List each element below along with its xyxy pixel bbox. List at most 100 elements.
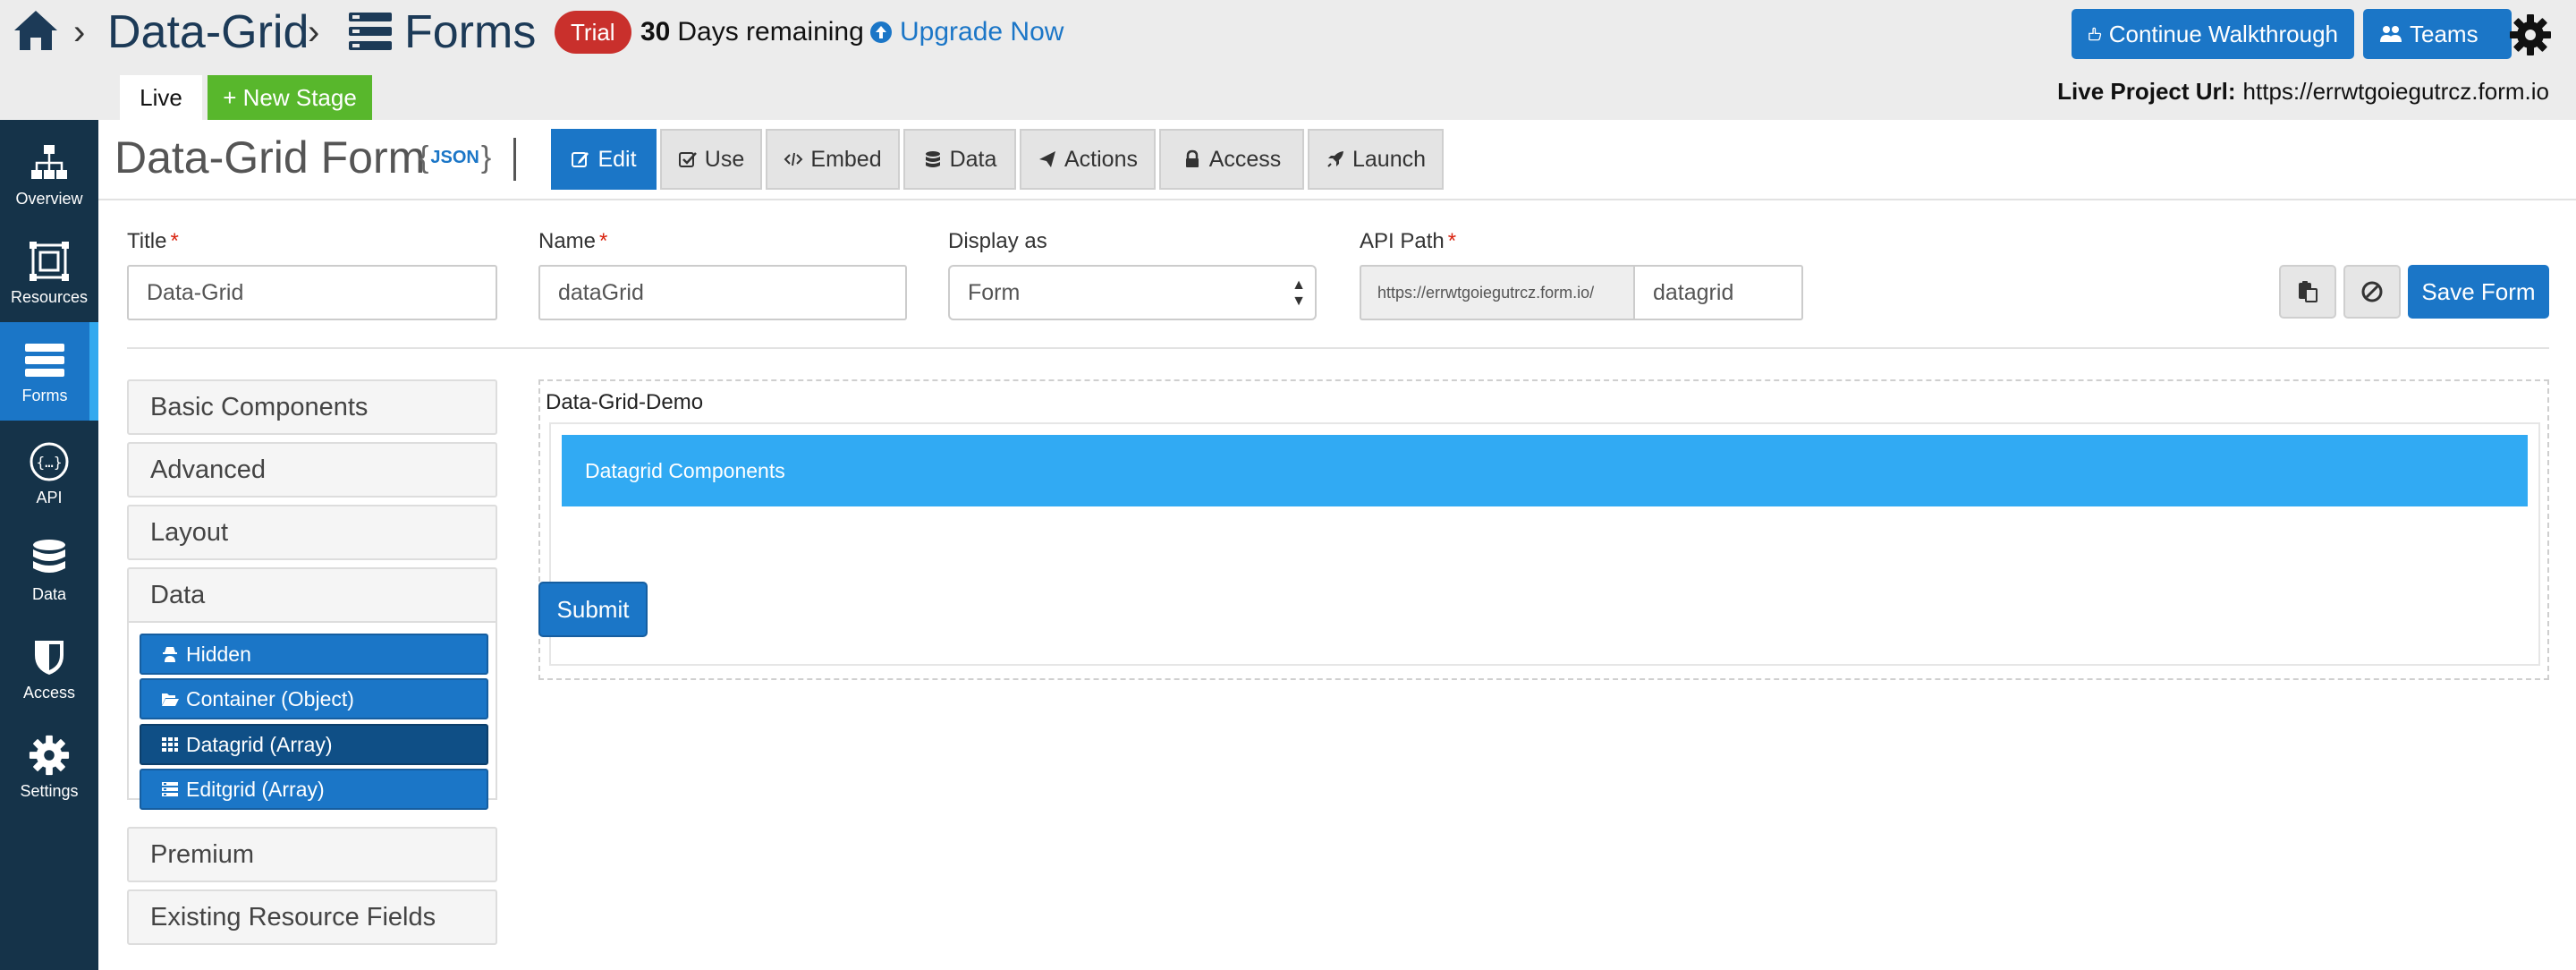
users-icon <box>2380 26 2402 42</box>
sidebar-item-api[interactable]: {…} API <box>0 424 98 523</box>
database-icon <box>33 539 65 573</box>
json-link[interactable]: { JSON } <box>419 140 491 175</box>
continue-walkthrough-label: Continue Walkthrough <box>2108 20 2338 47</box>
th-icon <box>162 737 178 752</box>
component-group-data[interactable]: Data <box>127 567 497 623</box>
breadcrumb-project[interactable]: Data-Grid <box>107 0 309 64</box>
rocket-icon <box>1327 151 1343 167</box>
api-path-prefix: https://errwtgoiegutrcz.form.io/ <box>1360 265 1633 320</box>
forms-icon <box>349 13 392 50</box>
tab-data[interactable]: Data <box>903 129 1016 190</box>
component-group-premium[interactable]: Premium <box>127 827 497 882</box>
title-label-text: Title <box>127 229 167 253</box>
hand-pointer-icon <box>2089 27 2102 41</box>
tab-embed[interactable]: Embed <box>766 129 900 190</box>
tab-label: Use <box>704 146 745 172</box>
sidebar-item-label: Forms <box>21 386 68 404</box>
save-form-button[interactable]: Save Form <box>2408 265 2549 319</box>
tab-label: Data <box>949 146 997 172</box>
divider <box>127 347 2549 349</box>
tab-actions[interactable]: Actions <box>1020 129 1156 190</box>
component-group-advanced[interactable]: Advanced <box>127 442 497 498</box>
check-square-icon <box>678 152 697 167</box>
tab-label: Actions <box>1064 146 1138 172</box>
tab-access[interactable]: Access <box>1159 129 1304 190</box>
home-icon[interactable] <box>13 7 59 54</box>
top-header: › Data-Grid › Forms Trial 30 Days remain… <box>0 0 2576 120</box>
sidebar-item-data[interactable]: Data <box>0 521 98 619</box>
title-input[interactable]: Data-Grid <box>127 265 497 320</box>
days-remaining-label: Days remaining <box>677 17 864 47</box>
folder-open-icon <box>162 693 179 706</box>
live-url-value[interactable]: https://errwtgoiegutrcz.form.io <box>2243 78 2549 106</box>
api-path-label: API Path * <box>1360 229 1456 254</box>
api-path-input[interactable]: datagrid <box>1633 265 1803 320</box>
sidebar-item-forms[interactable]: Forms <box>0 322 98 421</box>
live-url-label: Live Project Url: <box>2057 77 2236 105</box>
component-container[interactable]: Container (Object) <box>140 678 488 719</box>
form-builder-canvas[interactable]: Data-Grid-Demo Datagrid Components <box>538 379 2549 680</box>
live-project-url: Live Project Url: https://errwtgoiegutrc… <box>2057 73 2549 109</box>
sidebar-item-resources[interactable]: Resources <box>0 224 98 322</box>
sidebar-item-label: Access <box>22 683 76 702</box>
days-count: 30 <box>640 17 671 47</box>
teams-label: Teams <box>2410 20 2479 47</box>
title-field-label: Title * <box>127 229 179 254</box>
divider <box>98 199 2576 200</box>
submit-button[interactable]: Submit <box>538 582 648 637</box>
cancel-button[interactable] <box>2343 265 2401 319</box>
name-input[interactable]: dataGrid <box>538 265 907 320</box>
teams-button[interactable]: Teams <box>2363 9 2512 59</box>
gear-icon[interactable] <box>2508 13 2553 57</box>
component-datagrid[interactable]: Datagrid (Array) <box>140 724 488 765</box>
json-label: JSON <box>430 147 479 167</box>
json-brace-close: } <box>480 140 492 174</box>
ban-icon <box>2361 281 2383 302</box>
tab-label: Launch <box>1352 146 1427 172</box>
sidebar-item-access[interactable]: Access <box>0 619 98 718</box>
component-label: Container (Object) <box>186 686 354 710</box>
title-divider <box>513 138 516 181</box>
display-as-select[interactable]: Form ▲ ▼ <box>948 265 1317 320</box>
sidebar-item-settings[interactable]: Settings <box>0 718 98 816</box>
edit-icon <box>572 152 589 167</box>
component-editgrid[interactable]: Editgrid (Array) <box>140 769 488 810</box>
component-label: Datagrid (Array) <box>186 732 333 756</box>
tasks-icon <box>162 782 178 796</box>
new-stage-button[interactable]: + New Stage <box>208 75 372 120</box>
breadcrumb-forms[interactable]: Forms <box>404 0 536 64</box>
user-secret-icon <box>163 647 177 662</box>
sidebar-item-label: Data <box>31 584 67 603</box>
tab-edit[interactable]: Edit <box>551 129 657 190</box>
gear-icon <box>29 735 70 775</box>
paper-plane-icon <box>1039 151 1055 167</box>
trial-badge: Trial <box>555 11 631 54</box>
datagrid-label: Data-Grid-Demo <box>546 390 704 414</box>
resources-icon <box>30 241 69 281</box>
code-icon <box>784 152 803 166</box>
display-as-value: Form <box>968 279 1021 305</box>
arrow-circle-up-icon <box>870 21 892 43</box>
name-label-text: Name <box>538 229 597 253</box>
datagrid-component[interactable]: Datagrid Components <box>549 422 2540 666</box>
sidebar-item-overview[interactable]: Overview <box>0 125 98 224</box>
api-icon: {…} <box>30 442 69 481</box>
upgrade-now-link[interactable]: Upgrade Now <box>869 14 1063 50</box>
stage-tab-live[interactable]: Live <box>120 75 202 120</box>
tab-use[interactable]: Use <box>660 129 762 190</box>
component-group-layout[interactable]: Layout <box>127 505 497 560</box>
required-mark: * <box>599 229 608 253</box>
copy-button[interactable] <box>2279 265 2336 319</box>
component-group-existing-resource-fields[interactable]: Existing Resource Fields <box>127 889 497 945</box>
sidebar-item-label: Settings <box>20 781 79 800</box>
component-hidden[interactable]: Hidden <box>140 634 488 675</box>
continue-walkthrough-button[interactable]: Continue Walkthrough <box>2072 9 2354 59</box>
lock-icon <box>1185 149 1199 167</box>
component-group-basic[interactable]: Basic Components <box>127 379 497 435</box>
main-content: Data-Grid Form { JSON } Edit Use Embed D… <box>98 120 2576 970</box>
component-label: Hidden <box>186 642 251 666</box>
tab-launch[interactable]: Launch <box>1308 129 1444 190</box>
name-field-label: Name * <box>538 229 607 254</box>
tab-label: Edit <box>597 146 637 172</box>
datagrid-header[interactable]: Datagrid Components <box>562 435 2528 506</box>
